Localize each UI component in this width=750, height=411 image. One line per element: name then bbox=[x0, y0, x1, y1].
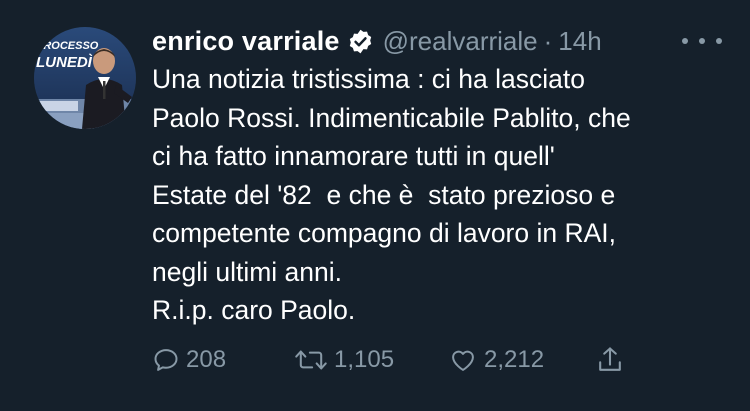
verified-badge-icon bbox=[347, 28, 374, 55]
tweet-line: R.i.p. caro Paolo. bbox=[152, 295, 356, 325]
tweet-card: PROCESSO LUNEDÌ enrico varriale @realvar… bbox=[0, 0, 750, 411]
retweet-count: 1,105 bbox=[334, 346, 395, 373]
display-name[interactable]: enrico varriale bbox=[152, 26, 340, 57]
tweet-actions-bar: 208 1,105 2,212 bbox=[152, 340, 632, 380]
tweet-line: ci ha fatto innamorare tutti in quell' bbox=[152, 141, 555, 171]
reply-button[interactable]: 208 bbox=[152, 340, 226, 380]
tweet-line: negli ultimi anni. bbox=[152, 256, 343, 287]
reply-count: 208 bbox=[186, 346, 227, 373]
separator-dot: · bbox=[543, 25, 553, 56]
avatar-image: PROCESSO LUNEDÌ bbox=[34, 27, 136, 129]
like-count: 2,212 bbox=[484, 346, 545, 373]
tweet-line: Estate del '82 e che è stato prezioso e bbox=[152, 179, 616, 210]
tweet-line: competente compagno di lavoro in RAI, bbox=[152, 218, 617, 248]
avatar-show-subtitle: LUNEDÌ bbox=[36, 54, 93, 71]
tweet-header: enrico varriale @realvarriale · 14h bbox=[152, 24, 602, 58]
avatar[interactable]: PROCESSO LUNEDÌ bbox=[34, 27, 136, 129]
like-button[interactable]: 2,212 bbox=[448, 340, 544, 380]
retweet-button[interactable]: 1,105 bbox=[294, 340, 394, 380]
tweet-line: Una notizia tristissima : ci ha lasciato bbox=[152, 64, 585, 94]
share-icon bbox=[596, 345, 624, 375]
timestamp[interactable]: 14h bbox=[558, 26, 601, 57]
retweet-icon bbox=[294, 346, 328, 374]
user-handle[interactable]: @realvarriale bbox=[383, 26, 538, 57]
tweet-text: Una notizia tristissima : ci ha lasciato… bbox=[152, 60, 727, 330]
reply-icon bbox=[152, 346, 180, 374]
tweet-line: Paolo Rossi. Indimenticabile Pablito, ch… bbox=[152, 102, 631, 133]
more-horizontal-icon[interactable] bbox=[682, 36, 722, 46]
heart-icon bbox=[448, 346, 478, 374]
avatar-show-title: PROCESSO bbox=[36, 40, 99, 52]
share-button[interactable] bbox=[596, 340, 624, 380]
